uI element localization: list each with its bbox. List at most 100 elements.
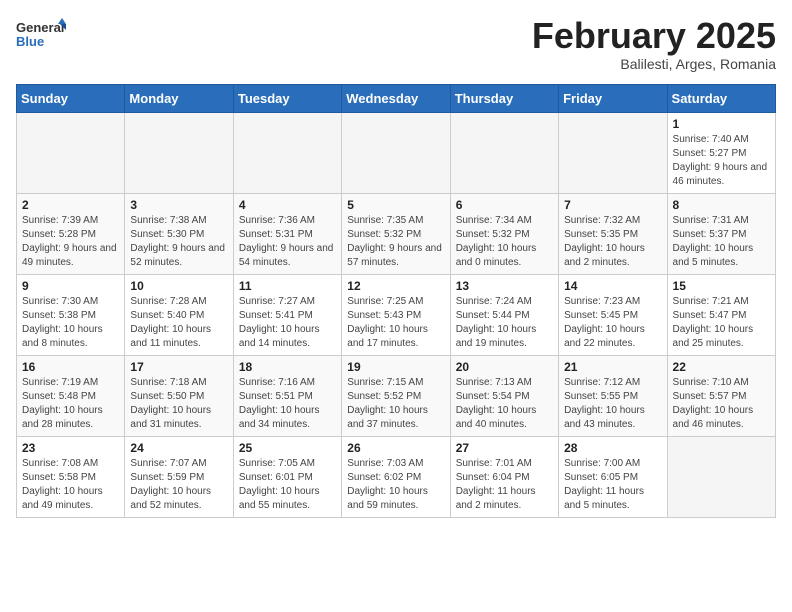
calendar-week-5: 23Sunrise: 7:08 AM Sunset: 5:58 PM Dayli…: [17, 436, 776, 517]
calendar-cell-w2-d2: 3 Sunrise: 7:38 AM Sunset: 5:30 PM Daylig…: [125, 193, 233, 274]
month-title: February 2025: [532, 16, 776, 56]
day-info: Sunrise: 7:13 AM Sunset: 5:54 PM Dayligh…: [456, 376, 553, 432]
calendar-cell-w4-d5: 20 Sunrise: 7:13 AM Sunset: 5:54 PM Dayli…: [450, 355, 558, 436]
calendar-cell-w3-d6: 14 Sunrise: 7:23 AM Sunset: 5:45 PM Dayli…: [559, 274, 667, 355]
calendar-cell-w2-d7: 8 Sunrise: 7:31 AM Sunset: 5:37 PM Daylig…: [667, 193, 775, 274]
day-number: 15: [673, 279, 770, 293]
day-number: 9: [22, 279, 119, 293]
day-number: 8: [673, 198, 770, 212]
calendar-cell-w1-d6: [559, 112, 667, 193]
header-friday: Friday: [559, 84, 667, 112]
calendar-week-3: 9 Sunrise: 7:30 AM Sunset: 5:38 PM Daylig…: [17, 274, 776, 355]
svg-text:General: General: [16, 20, 64, 35]
day-number: 16: [22, 360, 119, 374]
calendar-cell-w5-d4: 26 Sunrise: 7:03 AM Sunset: 6:02 PM Dayli…: [342, 436, 450, 517]
day-number: 12: [347, 279, 444, 293]
day-info: Sunrise: 7:25 AM Sunset: 5:43 PM Dayligh…: [347, 295, 444, 351]
day-number: 27: [456, 441, 553, 455]
header-monday: Monday: [125, 84, 233, 112]
calendar-cell-w2-d4: 5Sunrise: 7:35 AM Sunset: 5:32 PM Daylig…: [342, 193, 450, 274]
day-info: Sunrise: 7:35 AM Sunset: 5:32 PM Dayligh…: [347, 214, 444, 270]
calendar-cell-w5-d5: 27 Sunrise: 7:01 AM Sunset: 6:04 PM Dayli…: [450, 436, 558, 517]
day-info: Sunrise: 7:01 AM Sunset: 6:04 PM Dayligh…: [456, 457, 553, 513]
calendar-cell-w3-d5: 13 Sunrise: 7:24 AM Sunset: 5:44 PM Dayli…: [450, 274, 558, 355]
day-info: Sunrise: 7:03 AM Sunset: 6:02 PM Dayligh…: [347, 457, 444, 513]
day-number: 23: [22, 441, 119, 455]
day-info: Sunrise: 7:12 AM Sunset: 5:55 PM Dayligh…: [564, 376, 661, 432]
day-number: 6: [456, 198, 553, 212]
day-info: Sunrise: 7:00 AM Sunset: 6:05 PM Dayligh…: [564, 457, 661, 513]
header-wednesday: Wednesday: [342, 84, 450, 112]
day-number: 21: [564, 360, 661, 374]
calendar-cell-w3-d1: 9 Sunrise: 7:30 AM Sunset: 5:38 PM Daylig…: [17, 274, 125, 355]
day-number: 20: [456, 360, 553, 374]
page-header: General Blue February 2025 Balilesti, Ar…: [16, 16, 776, 72]
day-number: 26: [347, 441, 444, 455]
day-info: Sunrise: 7:05 AM Sunset: 6:01 PM Dayligh…: [239, 457, 336, 513]
calendar-cell-w3-d7: 15 Sunrise: 7:21 AM Sunset: 5:47 PM Dayli…: [667, 274, 775, 355]
header-saturday: Saturday: [667, 84, 775, 112]
calendar-cell-w1-d5: [450, 112, 558, 193]
day-info: Sunrise: 7:15 AM Sunset: 5:52 PM Dayligh…: [347, 376, 444, 432]
calendar-cell-w5-d3: 25 Sunrise: 7:05 AM Sunset: 6:01 PM Dayli…: [233, 436, 341, 517]
day-number: 7: [564, 198, 661, 212]
calendar-cell-w5-d1: 23Sunrise: 7:08 AM Sunset: 5:58 PM Dayli…: [17, 436, 125, 517]
header-thursday: Thursday: [450, 84, 558, 112]
calendar-cell-w3-d4: 12 Sunrise: 7:25 AM Sunset: 5:43 PM Dayli…: [342, 274, 450, 355]
day-info: Sunrise: 7:24 AM Sunset: 5:44 PM Dayligh…: [456, 295, 553, 351]
day-number: 28: [564, 441, 661, 455]
logo-icon: General Blue: [16, 16, 66, 56]
calendar-cell-w3-d2: 10Sunrise: 7:28 AM Sunset: 5:40 PM Dayli…: [125, 274, 233, 355]
day-number: 22: [673, 360, 770, 374]
day-info: Sunrise: 7:32 AM Sunset: 5:35 PM Dayligh…: [564, 214, 661, 270]
day-number: 3: [130, 198, 227, 212]
day-number: 13: [456, 279, 553, 293]
calendar-cell-w5-d6: 28 Sunrise: 7:00 AM Sunset: 6:05 PM Dayli…: [559, 436, 667, 517]
day-number: 1: [673, 117, 770, 131]
day-info: Sunrise: 7:21 AM Sunset: 5:47 PM Dayligh…: [673, 295, 770, 351]
calendar-cell-w2-d1: 2 Sunrise: 7:39 AM Sunset: 5:28 PM Daylig…: [17, 193, 125, 274]
header-sunday: Sunday: [17, 84, 125, 112]
calendar-cell-w4-d4: 19 Sunrise: 7:15 AM Sunset: 5:52 PM Dayli…: [342, 355, 450, 436]
day-info: Sunrise: 7:38 AM Sunset: 5:30 PM Dayligh…: [130, 214, 227, 270]
day-info: Sunrise: 7:07 AM Sunset: 5:59 PM Dayligh…: [130, 457, 227, 513]
calendar-cell-w5-d7: [667, 436, 775, 517]
day-info: Sunrise: 7:34 AM Sunset: 5:32 PM Dayligh…: [456, 214, 553, 270]
day-number: 18: [239, 360, 336, 374]
calendar-cell-w4-d1: 16Sunrise: 7:19 AM Sunset: 5:48 PM Dayli…: [17, 355, 125, 436]
svg-text:Blue: Blue: [16, 34, 44, 49]
header-tuesday: Tuesday: [233, 84, 341, 112]
day-info: Sunrise: 7:31 AM Sunset: 5:37 PM Dayligh…: [673, 214, 770, 270]
calendar-cell-w1-d2: [125, 112, 233, 193]
calendar-cell-w4-d2: 17 Sunrise: 7:18 AM Sunset: 5:50 PM Dayli…: [125, 355, 233, 436]
day-number: 4: [239, 198, 336, 212]
day-info: Sunrise: 7:18 AM Sunset: 5:50 PM Dayligh…: [130, 376, 227, 432]
calendar-cell-w1-d1: [17, 112, 125, 193]
title-block: February 2025 Balilesti, Arges, Romania: [532, 16, 776, 72]
calendar-cell-w1-d4: [342, 112, 450, 193]
day-number: 11: [239, 279, 336, 293]
day-number: 25: [239, 441, 336, 455]
logo: General Blue: [16, 16, 66, 61]
calendar-table: Sunday Monday Tuesday Wednesday Thursday…: [16, 84, 776, 518]
day-info: Sunrise: 7:30 AM Sunset: 5:38 PM Dayligh…: [22, 295, 119, 351]
calendar-cell-w1-d7: 1 Sunrise: 7:40 AM Sunset: 5:27 PM Daylig…: [667, 112, 775, 193]
calendar-week-4: 16Sunrise: 7:19 AM Sunset: 5:48 PM Dayli…: [17, 355, 776, 436]
day-number: 14: [564, 279, 661, 293]
day-info: Sunrise: 7:39 AM Sunset: 5:28 PM Dayligh…: [22, 214, 119, 270]
calendar-cell-w4-d7: 22 Sunrise: 7:10 AM Sunset: 5:57 PM Dayli…: [667, 355, 775, 436]
calendar-header-row: Sunday Monday Tuesday Wednesday Thursday…: [17, 84, 776, 112]
day-number: 2: [22, 198, 119, 212]
calendar-cell-w1-d3: [233, 112, 341, 193]
day-info: Sunrise: 7:28 AM Sunset: 5:40 PM Dayligh…: [130, 295, 227, 351]
day-info: Sunrise: 7:23 AM Sunset: 5:45 PM Dayligh…: [564, 295, 661, 351]
day-info: Sunrise: 7:16 AM Sunset: 5:51 PM Dayligh…: [239, 376, 336, 432]
day-info: Sunrise: 7:40 AM Sunset: 5:27 PM Dayligh…: [673, 133, 770, 189]
calendar-cell-w4-d6: 21 Sunrise: 7:12 AM Sunset: 5:55 PM Dayli…: [559, 355, 667, 436]
calendar-cell-w5-d2: 24Sunrise: 7:07 AM Sunset: 5:59 PM Dayli…: [125, 436, 233, 517]
calendar-week-2: 2 Sunrise: 7:39 AM Sunset: 5:28 PM Daylig…: [17, 193, 776, 274]
day-number: 19: [347, 360, 444, 374]
day-info: Sunrise: 7:10 AM Sunset: 5:57 PM Dayligh…: [673, 376, 770, 432]
calendar-cell-w2-d3: 4Sunrise: 7:36 AM Sunset: 5:31 PM Daylig…: [233, 193, 341, 274]
day-number: 17: [130, 360, 227, 374]
